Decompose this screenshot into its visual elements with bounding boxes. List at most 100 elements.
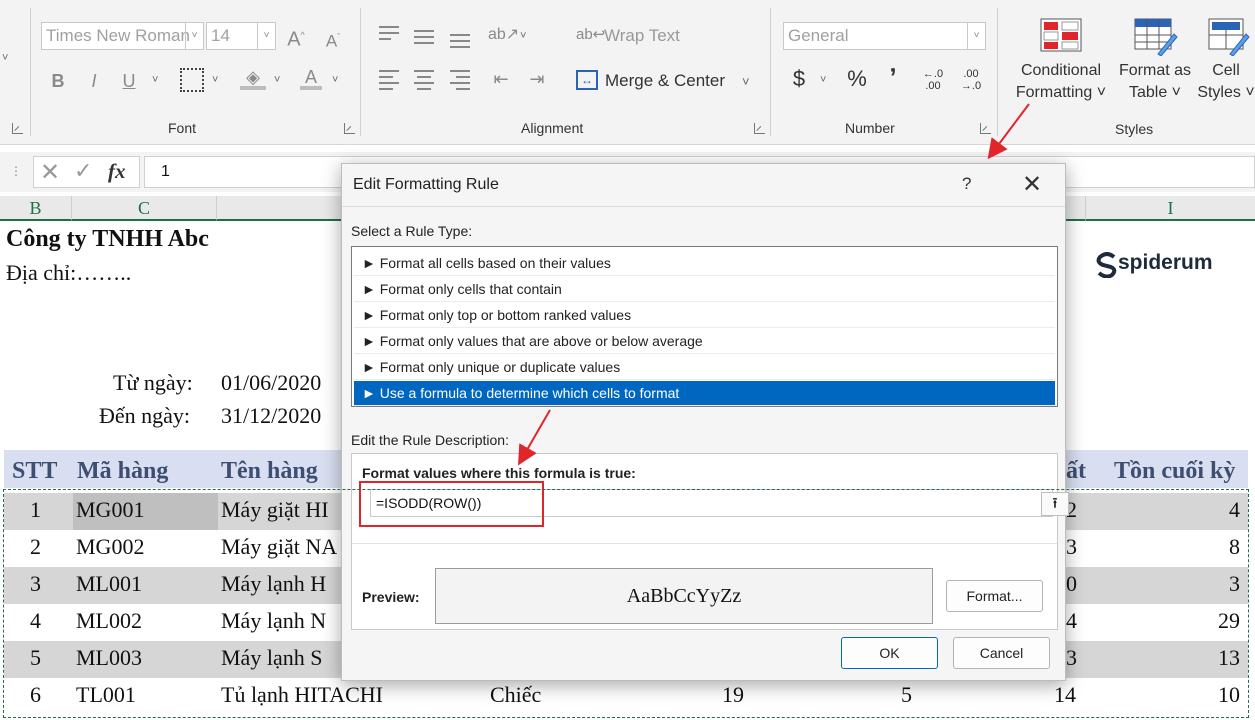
percent-icon[interactable]: % [844, 68, 870, 90]
row-stt[interactable]: 5 [30, 645, 41, 671]
row-stt[interactable]: 4 [30, 608, 41, 634]
table-row[interactable]: 6 TL001 Tủ lạnh HITACHI Chiếc 19 5 14 10 [4, 678, 1248, 715]
header-end-stock[interactable]: Tồn cuối kỳ [1114, 458, 1235, 485]
ok-button[interactable]: OK [841, 637, 938, 669]
format-as-table-button[interactable]: Format as Table ˅ [1112, 60, 1198, 104]
cell-styles-button[interactable]: Cell Styles ˅ [1196, 60, 1255, 104]
rule-type-item[interactable]: ► Format only cells that contain [354, 277, 1055, 302]
cancel-entry-icon[interactable]: ✕ [40, 158, 60, 187]
format-as-table-icon[interactable] [1134, 18, 1178, 56]
align-middle-icon[interactable] [414, 30, 434, 48]
currency-icon[interactable]: $ [789, 68, 809, 90]
from-date-label[interactable]: Từ ngày: [113, 370, 193, 396]
row-end-stock[interactable]: 10 [1204, 682, 1240, 708]
format-button[interactable]: Format... [946, 580, 1043, 612]
wrap-text-button[interactable]: Wrap Text [604, 26, 680, 46]
company-address[interactable]: Địa chỉ:…….. [6, 260, 131, 286]
row-unit[interactable]: Chiếc [490, 682, 541, 708]
align-left-icon[interactable] [379, 70, 399, 94]
to-date-label[interactable]: Đến ngày: [99, 403, 190, 429]
column-header-c[interactable]: C [72, 196, 217, 221]
chevron-down-icon[interactable]: ˅ [332, 74, 338, 86]
bold-icon[interactable]: B [48, 70, 68, 92]
chevron-down-icon[interactable]: ˅ [274, 74, 280, 86]
align-center-icon[interactable] [414, 70, 434, 94]
font-color-icon[interactable]: A [300, 66, 322, 90]
row-value-1[interactable]: 19 [704, 682, 744, 708]
row-code[interactable]: ML002 [76, 608, 142, 634]
conditional-formatting-icon[interactable] [1040, 18, 1082, 52]
increase-indent-icon[interactable]: ⇥ [524, 68, 550, 90]
chevron-down-icon[interactable]: ˅ [820, 74, 826, 86]
number-format-combo[interactable]: General ˅ [783, 22, 986, 50]
row-code[interactable]: ML001 [76, 571, 142, 597]
header-code[interactable]: Mã hàng [77, 458, 168, 485]
row-name[interactable]: Máy lạnh H [221, 571, 326, 597]
header-partial[interactable]: ất [1066, 458, 1086, 485]
font-name-combo[interactable]: Times New Roman ˅ [41, 22, 204, 50]
align-right-icon[interactable] [450, 70, 470, 94]
underline-icon[interactable]: U [119, 70, 139, 92]
row-value-2[interactable]: 5 [884, 682, 912, 708]
row-name[interactable]: Máy giặt NA [221, 534, 337, 560]
borders-icon[interactable] [180, 68, 204, 92]
rule-type-item[interactable]: ► Format all cells based on their values [354, 251, 1055, 276]
dialog-launcher-icon[interactable] [12, 123, 23, 134]
column-header-i[interactable]: I [1086, 196, 1255, 221]
row-code[interactable]: ML003 [76, 645, 142, 671]
rule-type-item[interactable]: ► Format only values that are above or b… [354, 329, 1055, 354]
rule-type-item-selected[interactable]: ► Use a formula to determine which cells… [354, 381, 1055, 406]
cancel-button[interactable]: Cancel [953, 637, 1050, 669]
chevron-down-icon[interactable]: ˅ [152, 74, 158, 86]
row-end-stock[interactable]: 13 [1204, 645, 1240, 671]
comma-style-icon[interactable]: ʼ [884, 64, 902, 90]
merge-center-button[interactable]: Merge & Center [605, 71, 725, 91]
column-header-b[interactable]: B [0, 196, 72, 221]
insert-function-icon[interactable]: fx [108, 159, 126, 184]
increase-font-size-icon[interactable]: A^ [283, 24, 309, 51]
row-partial[interactable]: 14 [1046, 682, 1076, 708]
row-code[interactable]: MG001 [76, 497, 144, 523]
row-stt[interactable]: 1 [30, 497, 41, 523]
rule-type-item[interactable]: ► Format only unique or duplicate values [354, 355, 1055, 380]
row-code[interactable]: TL001 [76, 682, 136, 708]
rule-type-item[interactable]: ► Format only top or bottom ranked value… [354, 303, 1055, 328]
align-bottom-icon[interactable] [450, 34, 470, 52]
header-stt[interactable]: STT [12, 458, 57, 485]
decrease-indent-icon[interactable]: ⇤ [488, 68, 514, 90]
cell-styles-icon[interactable] [1208, 18, 1252, 56]
fill-color-icon[interactable]: ◈ [240, 66, 266, 90]
confirm-entry-icon[interactable]: ✓ [74, 158, 92, 184]
alignment-dialog-launcher-icon[interactable] [754, 123, 765, 134]
italic-icon[interactable]: I [84, 70, 104, 92]
ribbon-scroll-chevron-icon[interactable]: ˅ [2, 52, 8, 64]
row-end-stock[interactable]: 4 [1204, 497, 1240, 523]
to-date-value[interactable]: 31/12/2020 [221, 403, 321, 429]
from-date-value[interactable]: 01/06/2020 [221, 370, 321, 396]
row-stt[interactable]: 3 [30, 571, 41, 597]
help-icon[interactable]: ? [962, 174, 971, 194]
font-size-combo[interactable]: 14 ˅ [206, 22, 276, 50]
row-name[interactable]: Máy lạnh N [221, 608, 326, 634]
collapse-dialog-icon[interactable]: ⭱ [1041, 492, 1069, 516]
column-header-d[interactable] [217, 196, 342, 221]
row-stt[interactable]: 6 [30, 682, 41, 708]
row-name[interactable]: Máy giặt HI [221, 497, 329, 523]
row-code[interactable]: MG002 [76, 534, 144, 560]
wrap-text-icon[interactable]: ab↩ [576, 24, 605, 46]
column-header-h[interactable] [1066, 196, 1086, 221]
chevron-down-icon[interactable]: ˅ [212, 74, 218, 86]
row-name[interactable]: Máy lạnh S [221, 645, 322, 671]
row-end-stock[interactable]: 8 [1204, 534, 1240, 560]
row-end-stock[interactable]: 29 [1204, 608, 1240, 634]
row-end-stock[interactable]: 3 [1204, 571, 1240, 597]
header-name[interactable]: Tên hàng [221, 458, 318, 485]
row-partial[interactable]: 4 [1066, 608, 1077, 634]
decrease-font-size-icon[interactable]: Aˇ [320, 26, 346, 53]
conditional-formatting-button[interactable]: Conditional Formatting ˅ [1012, 60, 1110, 104]
close-icon[interactable]: ✕ [1022, 170, 1046, 198]
decrease-decimal-icon[interactable]: .00 →.0 [956, 68, 986, 92]
chevron-down-icon[interactable]: ˅ [742, 74, 750, 89]
rule-type-list[interactable]: ► Format all cells based on their values… [351, 246, 1058, 407]
merge-center-icon[interactable]: ↔ [576, 70, 598, 90]
